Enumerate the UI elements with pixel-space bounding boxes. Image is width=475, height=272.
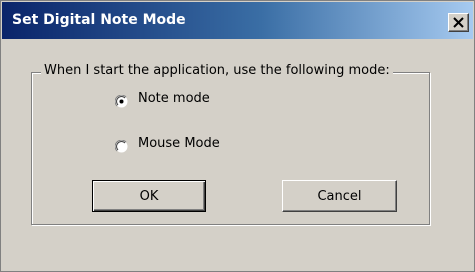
note-mode-label: Note mode <box>138 91 210 106</box>
close-icon <box>453 17 464 28</box>
radio-selected-icon[interactable] <box>114 93 128 107</box>
cancel-button[interactable]: Cancel <box>282 180 397 212</box>
title-bar[interactable]: Set Digital Note Mode <box>2 2 473 39</box>
note-mode-radio[interactable]: Note mode <box>114 91 210 107</box>
radio-unselected-icon[interactable] <box>114 138 128 152</box>
mouse-mode-label: Mouse Mode <box>138 136 220 151</box>
close-button[interactable] <box>448 13 469 32</box>
dialog-title: Set Digital Note Mode <box>12 12 186 28</box>
mouse-mode-radio[interactable]: Mouse Mode <box>114 136 220 152</box>
groupbox-label: When I start the application, use the fo… <box>41 63 393 79</box>
ok-button[interactable]: OK <box>92 180 206 212</box>
